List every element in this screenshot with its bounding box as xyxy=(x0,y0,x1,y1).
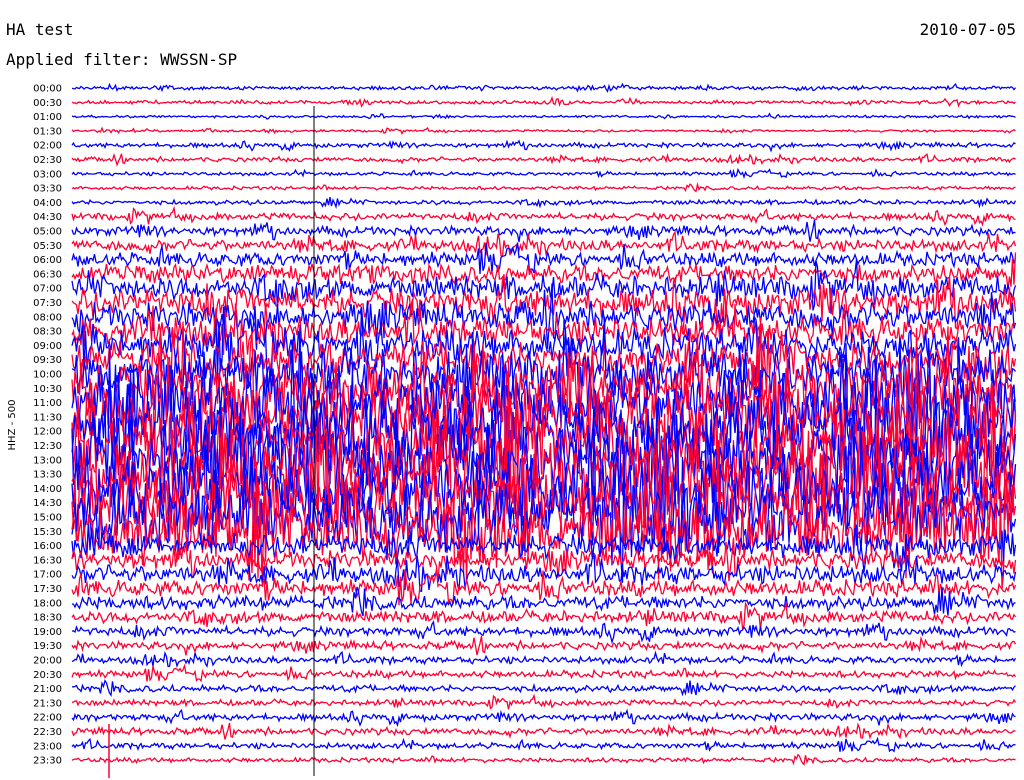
time-tick-label: 17:00 xyxy=(33,570,62,581)
time-tick-label: 07:00 xyxy=(33,284,62,295)
trace-line xyxy=(71,635,1017,656)
trace-line xyxy=(71,112,1016,120)
time-tick-label: 15:00 xyxy=(33,513,62,524)
time-tick-label: 23:30 xyxy=(33,756,62,767)
time-tick-label: 06:00 xyxy=(33,255,62,266)
trace-line xyxy=(71,82,1017,93)
time-tick-label: 11:00 xyxy=(33,398,62,409)
trace-line xyxy=(71,230,1017,257)
time-tick-label: 13:30 xyxy=(33,470,62,481)
trace-line xyxy=(71,620,1016,645)
time-tick-label: 11:30 xyxy=(33,412,62,423)
time-tick-label: 00:00 xyxy=(33,84,62,95)
time-tick-label: 23:00 xyxy=(33,741,62,752)
time-tick-label: 09:30 xyxy=(33,355,62,366)
trace-line xyxy=(71,650,1017,668)
trace-group xyxy=(71,82,1017,766)
trace-line xyxy=(71,242,1017,275)
time-tick-label: 14:30 xyxy=(33,498,62,509)
trace-line xyxy=(71,139,1016,153)
time-tick-label: 01:30 xyxy=(33,126,62,137)
time-tick-label: 16:00 xyxy=(33,541,62,552)
helicorder-chart: 00:00 00:30 01:00 01:30 02:00 02:30 03:00 03:30… xyxy=(7,82,1017,778)
time-tick-label: 10:00 xyxy=(33,370,62,381)
trace-line xyxy=(71,95,1016,108)
time-tick-label: 01:00 xyxy=(33,112,62,123)
y-axis-label: HHZ - 500 xyxy=(7,400,18,451)
trace-line xyxy=(71,167,1016,180)
time-tick-label: 20:00 xyxy=(33,656,62,667)
time-tick-label: 22:30 xyxy=(33,727,62,738)
time-tick-label: 18:30 xyxy=(33,613,62,624)
time-tick-label: 02:30 xyxy=(33,155,62,166)
time-tick-label: 20:30 xyxy=(33,670,62,681)
time-tick-label: 22:00 xyxy=(33,713,62,724)
trace-line xyxy=(71,196,1017,210)
trace-line xyxy=(71,708,1016,728)
time-tick-label: 17:30 xyxy=(33,584,62,595)
time-tick-label: 21:30 xyxy=(33,698,62,709)
time-tick-label: 07:30 xyxy=(33,298,62,309)
time-tick-label: 08:30 xyxy=(33,327,62,338)
time-tick-label: 21:00 xyxy=(33,684,62,695)
time-tick-label: 04:30 xyxy=(33,212,62,223)
time-tick-label: 05:00 xyxy=(33,227,62,238)
time-tick-label: 04:00 xyxy=(33,198,62,209)
time-tick-labels: 00:00 00:30 01:00 01:30 02:00 02:30 03:00 03:30… xyxy=(33,84,62,767)
time-tick-label: 13:00 xyxy=(33,455,62,466)
time-tick-label: 02:00 xyxy=(33,141,62,152)
trace-line xyxy=(71,205,1016,227)
trace-line xyxy=(71,722,1016,740)
time-tick-label: 19:30 xyxy=(33,641,62,652)
trace-line xyxy=(71,663,1017,683)
time-tick-label: 14:00 xyxy=(33,484,62,495)
time-tick-label: 12:00 xyxy=(33,427,62,438)
time-tick-label: 03:00 xyxy=(33,169,62,180)
time-tick-label: 15:30 xyxy=(33,527,62,538)
time-tick-label: 19:00 xyxy=(33,627,62,638)
time-tick-label: 12:30 xyxy=(33,441,62,452)
trace-line xyxy=(71,736,1016,753)
trace-line xyxy=(71,679,1016,698)
trace-line xyxy=(71,753,1016,766)
time-tick-label: 18:00 xyxy=(33,598,62,609)
time-tick-label: 00:30 xyxy=(33,98,62,109)
trace-line xyxy=(71,601,1017,631)
trace-line xyxy=(71,181,1016,193)
trace-line xyxy=(71,152,1016,167)
time-tick-label: 08:00 xyxy=(33,312,62,323)
trace-line xyxy=(71,126,1016,135)
time-tick-label: 06:30 xyxy=(33,269,62,280)
trace-line xyxy=(71,693,1017,710)
time-tick-label: 09:00 xyxy=(33,341,62,352)
trace-line xyxy=(71,219,1016,243)
time-tick-label: 16:30 xyxy=(33,555,62,566)
time-tick-label: 05:30 xyxy=(33,241,62,252)
time-tick-label: 03:30 xyxy=(33,184,62,195)
time-tick-label: 10:30 xyxy=(33,384,62,395)
